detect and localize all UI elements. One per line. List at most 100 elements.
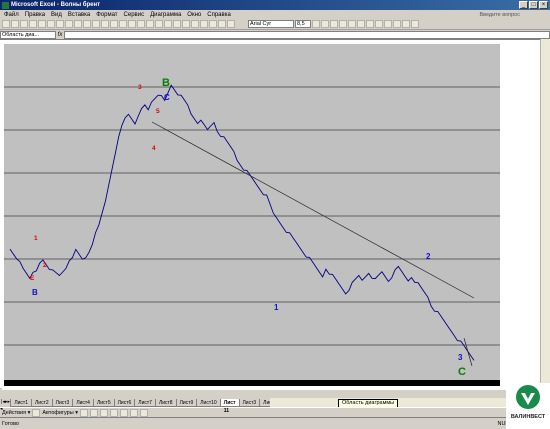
sheet-tab[interactable]: Лист7 bbox=[134, 398, 156, 407]
close-button[interactable]: × bbox=[539, 1, 548, 9]
format-button-icon[interactable] bbox=[366, 20, 374, 28]
vertical-scrollbar[interactable] bbox=[540, 39, 550, 388]
wave-label: 1 bbox=[34, 235, 38, 242]
sheet-tab[interactable]: Лист6 bbox=[113, 398, 136, 407]
toolbar-button-icon[interactable] bbox=[2, 20, 10, 28]
formula-input[interactable] bbox=[64, 30, 550, 39]
wave-label: 2 bbox=[426, 252, 431, 261]
oval-tool-icon[interactable] bbox=[109, 408, 118, 417]
excel-app-icon bbox=[2, 1, 9, 9]
menu-item-8[interactable]: Справка bbox=[207, 12, 231, 18]
drawing-actions-menu[interactable]: Действия ▾ bbox=[2, 410, 30, 416]
chart-svg: 12EB3 BC54123C bbox=[2, 42, 510, 390]
format-button-icon[interactable] bbox=[348, 20, 356, 28]
menu-item-4[interactable]: Формат bbox=[96, 12, 117, 18]
toolbar-button-icon[interactable] bbox=[65, 20, 73, 28]
status-bar: Готово NUM bbox=[0, 417, 550, 429]
wave-label: 4 bbox=[152, 145, 156, 152]
toolbar-button-icon[interactable] bbox=[200, 20, 208, 28]
autoshapes-menu[interactable]: Автофигуры ▾ bbox=[42, 410, 78, 416]
arrow-tool-icon[interactable] bbox=[89, 408, 98, 417]
rectangle-tool-icon[interactable] bbox=[99, 408, 108, 417]
format-button-icon[interactable] bbox=[393, 20, 401, 28]
sheet-tab[interactable]: Лист9 bbox=[175, 398, 198, 407]
sheet-tab[interactable]: Лист10 bbox=[196, 398, 221, 407]
toolbar-button-icon[interactable] bbox=[38, 20, 46, 28]
format-button-icon[interactable] bbox=[357, 20, 365, 28]
font-size-select[interactable]: 8,5 bbox=[295, 20, 311, 28]
toolbar-button-icon[interactable] bbox=[128, 20, 136, 28]
toolbar-button-icon[interactable] bbox=[218, 20, 226, 28]
format-button-icon[interactable] bbox=[312, 20, 320, 28]
wave-label: E bbox=[30, 275, 35, 282]
toolbar-button-icon[interactable] bbox=[164, 20, 172, 28]
wave-label: 3 bbox=[458, 353, 463, 362]
maximize-button[interactable]: □ bbox=[529, 1, 538, 9]
minimize-button[interactable]: _ bbox=[519, 1, 528, 9]
format-button-icon[interactable] bbox=[411, 20, 419, 28]
sheet-tab[interactable]: Лист1 bbox=[10, 398, 32, 407]
sheet-tab[interactable]: Лист8 bbox=[154, 398, 177, 407]
standard-toolbar: Arial Cyr 8,5 bbox=[0, 19, 550, 30]
toolbar-button-icon[interactable] bbox=[92, 20, 100, 28]
toolbar-button-icon[interactable] bbox=[74, 20, 82, 28]
sheet-tab[interactable]: Лист4 bbox=[72, 398, 94, 407]
fill-color-icon[interactable] bbox=[129, 408, 138, 417]
chart-area[interactable]: 12EB3BC54123C bbox=[2, 42, 510, 390]
toolbar-button-icon[interactable] bbox=[83, 20, 91, 28]
wave-label: C bbox=[164, 93, 170, 102]
pointer-icon[interactable] bbox=[32, 408, 41, 417]
menu-item-6[interactable]: Диаграмма bbox=[150, 12, 181, 18]
toolbar-button-icon[interactable] bbox=[137, 20, 145, 28]
window-title: Microsoft Excel - Волны брент bbox=[11, 2, 101, 8]
toolbar-button-icon[interactable] bbox=[47, 20, 55, 28]
format-button-icon[interactable] bbox=[384, 20, 392, 28]
font-color-icon[interactable] bbox=[139, 408, 148, 417]
menu-item-7[interactable]: Окно bbox=[187, 12, 201, 18]
ask-question-input[interactable]: Введите вопрос bbox=[479, 12, 520, 18]
name-box[interactable]: Область диа... bbox=[0, 30, 56, 39]
format-button-icon[interactable] bbox=[375, 20, 383, 28]
wave-label: B bbox=[32, 288, 38, 297]
wave-label: B bbox=[162, 77, 170, 89]
wave-label: 2 bbox=[43, 262, 47, 269]
toolbar-button-icon[interactable] bbox=[29, 20, 37, 28]
menu-bar: Файл Правка Вид Вставка Формат Сервис Диаграмм… bbox=[0, 10, 550, 19]
toolbar-button-icon[interactable] bbox=[110, 20, 118, 28]
menu-item-2[interactable]: Вид bbox=[51, 12, 62, 18]
line-tool-icon[interactable] bbox=[79, 408, 88, 417]
sheet-tab[interactable]: Лист3 bbox=[51, 398, 74, 407]
toolbar-button-icon[interactable] bbox=[182, 20, 190, 28]
wave-label: 1 bbox=[274, 303, 279, 312]
toolbar-button-icon[interactable] bbox=[56, 20, 64, 28]
format-button-icon[interactable] bbox=[402, 20, 410, 28]
toolbar-button-icon[interactable] bbox=[119, 20, 127, 28]
sheet-tab[interactable]: Лист 11 bbox=[219, 398, 240, 414]
toolbar-button-icon[interactable] bbox=[155, 20, 163, 28]
logo-name: ВАЛИНВЕСТ bbox=[510, 414, 546, 420]
format-button-icon[interactable] bbox=[321, 20, 329, 28]
sheet-tab[interactable]: Лист5 bbox=[92, 398, 115, 407]
toolbar-button-icon[interactable] bbox=[209, 20, 217, 28]
textbox-tool-icon[interactable] bbox=[119, 408, 128, 417]
sheet-tab[interactable]: Лист2 bbox=[31, 398, 53, 407]
plot-area bbox=[4, 44, 500, 386]
toolbar-button-icon[interactable] bbox=[20, 20, 28, 28]
toolbar-button-icon[interactable] bbox=[191, 20, 199, 28]
toolbar-button-icon[interactable] bbox=[146, 20, 154, 28]
format-button-icon[interactable] bbox=[330, 20, 338, 28]
menu-item-5[interactable]: Сервис bbox=[124, 12, 145, 18]
menu-item-3[interactable]: Вставка bbox=[68, 12, 90, 18]
wave-label: 5 bbox=[156, 108, 160, 115]
toolbar-button-icon[interactable] bbox=[11, 20, 19, 28]
toolbar-button-icon[interactable] bbox=[101, 20, 109, 28]
toolbar-button-icon[interactable] bbox=[173, 20, 181, 28]
menu-item-0[interactable]: Файл bbox=[4, 12, 19, 18]
toolbar-button-icon[interactable] bbox=[227, 20, 235, 28]
fx-icon[interactable]: fx bbox=[56, 32, 64, 38]
format-button-icon[interactable] bbox=[339, 20, 347, 28]
menu-item-1[interactable]: Правка bbox=[25, 12, 45, 18]
font-name-select[interactable]: Arial Cyr bbox=[248, 20, 294, 28]
sheet-tab[interactable]: Лист3 bbox=[238, 398, 261, 407]
logo-emblem-icon bbox=[516, 385, 540, 409]
